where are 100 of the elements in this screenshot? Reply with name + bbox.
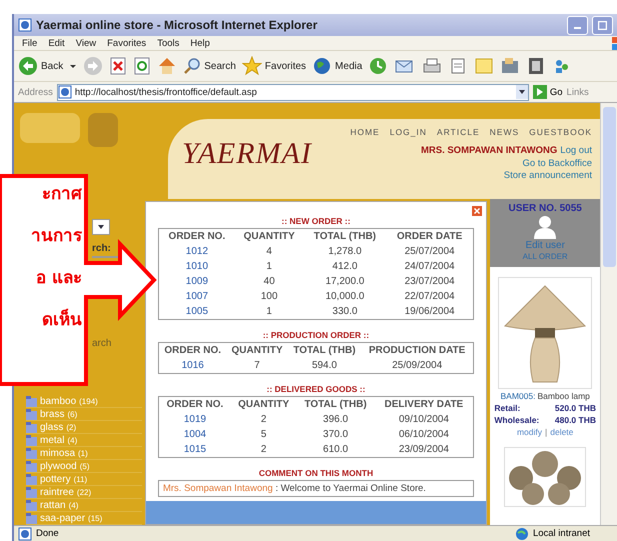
column-header: PRODUCTION DATE: [361, 342, 474, 358]
stop-icon[interactable]: [109, 56, 128, 76]
nav-link[interactable]: ARTICLE: [436, 127, 480, 137]
table-cell: 19/06/2004: [386, 304, 474, 320]
table-cell-text: 396.0: [322, 413, 350, 427]
column-header: TOTAL (THB): [304, 228, 386, 244]
user-silhouette-icon: [532, 215, 558, 239]
links-button[interactable]: Links: [566, 86, 589, 98]
callout-text: านการ: [31, 225, 82, 248]
category-count: (22): [76, 488, 92, 496]
nav-link[interactable]: HOME: [350, 127, 380, 137]
menu-item[interactable]: Help: [190, 38, 210, 48]
table-cell: 09/10/2004: [374, 412, 474, 427]
table-cell-text: 370.0: [322, 428, 350, 442]
minimize-button[interactable]: [567, 16, 588, 34]
table-cell: 23/07/2004: [386, 274, 474, 289]
column-header: ORDER NO.: [158, 228, 235, 244]
status-text: Done: [36, 528, 59, 539]
delete-link[interactable]: delete: [550, 427, 574, 437]
close-icon[interactable]: [472, 206, 482, 216]
address-label: Address: [18, 86, 53, 98]
column-header: QUANTITY: [230, 396, 296, 412]
category-count: (4): [68, 500, 78, 510]
logout-link[interactable]: Log out: [560, 145, 592, 158]
column-header: QUANTITY: [234, 228, 304, 244]
nav-link[interactable]: GUESTBOOK: [529, 127, 592, 137]
table-cell-text: 1: [265, 260, 273, 274]
favorites-button[interactable]: Favorites: [242, 56, 306, 76]
nav-link[interactable]: NEWS: [490, 127, 520, 137]
media-button[interactable]: Media: [312, 56, 362, 76]
refresh-icon[interactable]: [133, 56, 152, 76]
menu-item[interactable]: Edit: [48, 38, 65, 48]
history-icon[interactable]: [368, 56, 388, 76]
price-label: Retail:: [494, 403, 520, 413]
order-link[interactable]: 1015: [158, 442, 231, 458]
folder-icon: [26, 486, 37, 498]
photo-placeholder: [20, 113, 80, 143]
menu-item[interactable]: Favorites: [107, 38, 146, 48]
table-cell-text: 4: [265, 245, 273, 259]
table-cell: 330.0: [304, 304, 386, 320]
column-header: ORDER NO.: [158, 396, 231, 412]
menu-item[interactable]: File: [22, 38, 38, 48]
back-button[interactable]: Back: [18, 56, 64, 76]
modify-link[interactable]: modify: [516, 427, 542, 437]
category-count: (6): [67, 410, 78, 418]
table-cell: 23/09/2004: [374, 442, 474, 458]
category-count: (5): [80, 462, 90, 470]
category-count: (4): [67, 436, 78, 444]
table-cell-text: 5: [260, 428, 268, 442]
note-icon[interactable]: [474, 56, 494, 76]
scrollbar[interactable]: [600, 103, 617, 525]
order-link[interactable]: 1019: [158, 412, 231, 427]
column-header: TOTAL (THB): [288, 342, 362, 358]
category-count: (1): [78, 448, 88, 458]
table-cell: 610.0: [296, 442, 375, 458]
backoffice-link[interactable]: Go to Backoffice: [522, 158, 592, 170]
table-cell: 25/09/2004: [361, 358, 474, 374]
table-cell-text: 40: [262, 275, 276, 289]
home-icon[interactable]: [157, 56, 178, 76]
callout-text: อ และ: [36, 267, 82, 290]
order-link[interactable]: 1016: [158, 358, 226, 374]
separator-text: |: [545, 427, 548, 437]
nav-link[interactable]: LOG_IN: [390, 127, 427, 137]
callout-text: ดเห็น: [42, 308, 82, 332]
product-code-link[interactable]: BAM005:: [500, 391, 536, 401]
folder-icon: [26, 448, 37, 458]
menu-item[interactable]: Tools: [157, 38, 180, 48]
section-title: :: DELIVERED GOODS ::: [266, 384, 366, 394]
globe-icon: [312, 56, 332, 76]
folder-icon: [26, 474, 37, 484]
go-button[interactable]: Go: [532, 85, 563, 99]
order-link[interactable]: 1009: [158, 274, 235, 289]
price-value: 520.0 THB: [554, 403, 596, 413]
search-button[interactable]: Search: [183, 57, 236, 75]
table-cell: 25/07/2004: [386, 244, 474, 259]
search-link[interactable]: arch: [92, 338, 112, 349]
star-icon: [242, 56, 262, 76]
order-link[interactable]: 1004: [158, 427, 231, 442]
order-link[interactable]: 1012: [158, 244, 235, 259]
column-header: QUANTITY: [226, 342, 288, 358]
order-link[interactable]: 1005: [158, 304, 235, 320]
callout-text: ะกาศ: [42, 183, 82, 206]
maximize-button[interactable]: [592, 16, 613, 34]
folder-icon: [26, 396, 37, 406]
product-name: Bamboo lamp: [537, 391, 590, 401]
order-link[interactable]: 1007: [158, 289, 235, 304]
store-logo: YAERMAI: [182, 137, 312, 172]
menu-item[interactable]: View: [76, 38, 96, 48]
folder-icon: [26, 408, 37, 420]
folder-icon[interactable]: [500, 56, 520, 76]
price-label: Wholesale:: [494, 415, 540, 425]
announcement-link[interactable]: Store announcement: [504, 170, 592, 182]
category-select[interactable]: [92, 219, 110, 235]
order-link[interactable]: 1010: [158, 259, 235, 274]
comment-text: : Welcome to Yaermai Online Store.: [274, 483, 426, 494]
dropdown-arrow-icon: [98, 225, 104, 229]
table-cell-text: 1,278.0: [327, 245, 363, 259]
table-cell: 22/07/2004: [386, 289, 474, 304]
table-cell: 06/10/2004: [374, 427, 474, 442]
address-field[interactable]: http://localhost/thesis/frontoffice/default.asp: [56, 84, 529, 100]
